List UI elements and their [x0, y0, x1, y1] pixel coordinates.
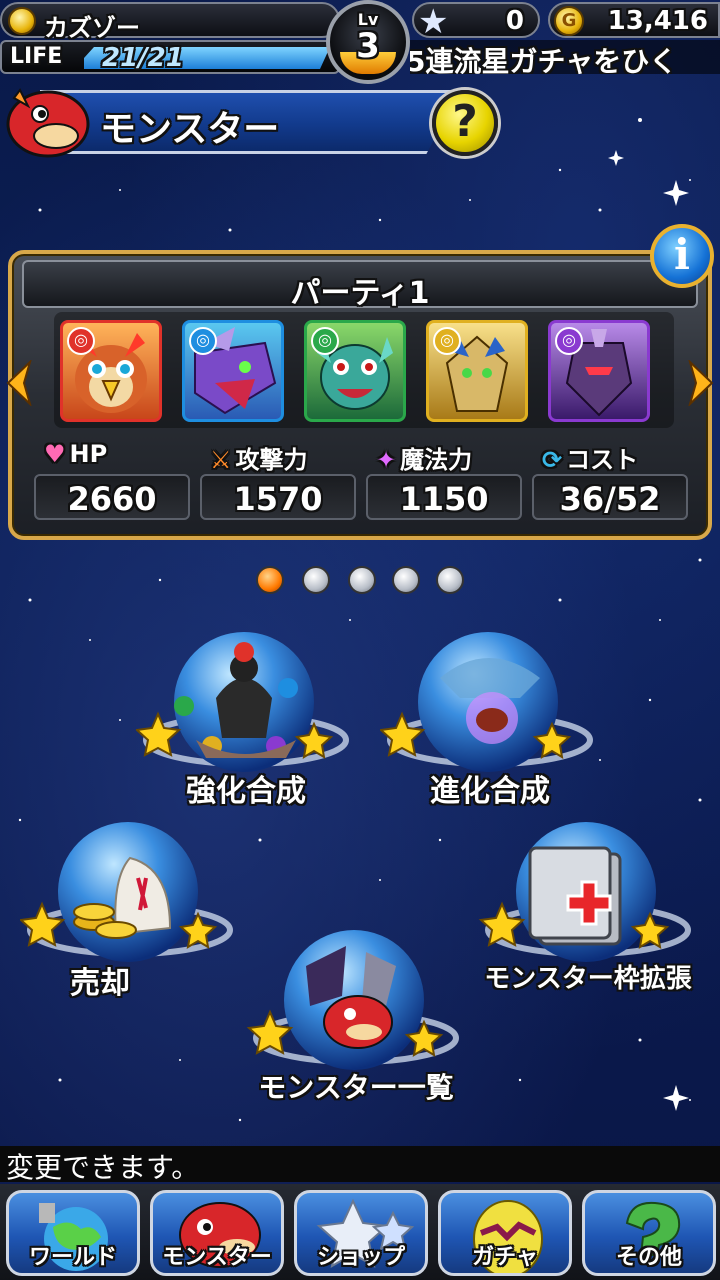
star-icon: ★ — [418, 2, 449, 42]
power-up-button[interactable]: 強化合成 — [134, 628, 356, 809]
help-button[interactable]: ? — [432, 90, 498, 156]
expand-box-button[interactable]: モンスター枠拡張 — [478, 818, 698, 998]
heart-icon: ♥ — [44, 440, 66, 468]
party-title: パーティ1 — [290, 276, 430, 311]
ticker-text: 5連流星ガチャをひく — [410, 45, 678, 74]
profile-icon — [8, 7, 36, 35]
news-ticker[interactable]: 5連流星ガチャをひく — [410, 40, 720, 74]
power-up-label: 強化合成 — [186, 774, 306, 809]
red-dragon-icon — [6, 88, 90, 158]
party-title-bar: パーティ1 — [22, 260, 698, 311]
life-value: 21/21 — [102, 43, 184, 73]
monster-list-egg-icon — [246, 930, 459, 1070]
hp-box: 2660 — [34, 474, 190, 520]
nav-shop-label: ショップ — [316, 1245, 405, 1270]
evolve-egg-icon — [378, 632, 593, 772]
magic-label: 魔法力 — [400, 446, 473, 474]
help-icon: ? — [452, 96, 478, 147]
evolve-label: 進化合成 — [430, 774, 550, 809]
screen-header: モンスター ? — [0, 84, 510, 160]
monster-list-label: モンスター一覧 — [258, 1071, 454, 1104]
pager-dot-1[interactable] — [256, 566, 284, 594]
nav-gacha-label: ガチャ — [472, 1245, 538, 1270]
player-name-bar[interactable]: カズゾー — [0, 2, 340, 42]
level-badge: Lv 3 — [326, 0, 410, 84]
gold-coin-icon: G — [554, 6, 584, 36]
party-members: ◎ ◎ ◎ ◎ ◎ — [54, 312, 674, 428]
pager-dot-4[interactable] — [392, 566, 420, 594]
party-next-arrow[interactable] — [686, 360, 716, 406]
fire-element-icon: ◎ — [67, 327, 95, 355]
nav-world[interactable]: ワールド — [6, 1190, 140, 1276]
nav-other-label: その他 — [615, 1245, 682, 1270]
monster-list-button[interactable]: モンスター一覧 — [246, 926, 466, 1106]
gold-counter[interactable]: G 13,416 — [548, 2, 720, 38]
pager-dot-2[interactable] — [302, 566, 330, 594]
status-bar: カズゾー LIFE 21/21 5連流星ガチャをひく Lv 3 ★ 0 G 13… — [0, 0, 720, 84]
nav-gacha[interactable]: ガチャ — [438, 1190, 572, 1276]
magic-box: 1150 — [366, 474, 522, 520]
nav-monster-label: モンスター — [162, 1245, 272, 1270]
cost-label: コスト — [566, 446, 639, 474]
attack-value: 1570 — [233, 480, 323, 518]
page-title: モンスター — [100, 109, 280, 150]
nav-other[interactable]: その他 — [582, 1190, 716, 1276]
pager-dot-5[interactable] — [436, 566, 464, 594]
sparkle-icon: ✦ — [376, 446, 397, 474]
star-counter[interactable]: ★ 0 — [412, 2, 540, 42]
hint-text: 変更できます。 — [6, 1151, 200, 1184]
hp-value: 2660 — [67, 480, 157, 518]
sell-egg-icon — [18, 822, 233, 962]
hp-label: HP — [69, 440, 108, 468]
wood-element-icon: ◎ — [311, 327, 339, 355]
expand-box-label: モンスター枠拡張 — [484, 964, 692, 994]
life-label: LIFE — [10, 44, 63, 69]
cost-stat: ⟳ コスト 36/52 — [532, 440, 692, 524]
cost-box: 36/52 — [532, 474, 688, 520]
sword-icon: ⚔ — [210, 446, 232, 474]
player-name: カズゾー — [44, 14, 140, 42]
party-prev-arrow[interactable] — [4, 360, 34, 406]
party-stats: ♥ HP 2660 ⚔ 攻撃力 1570 ✦ 魔法力 1150 ⟳ コスト 36/52 — [30, 440, 698, 524]
expand-egg-icon — [478, 822, 691, 962]
nav-shop[interactable]: ショップ — [294, 1190, 428, 1276]
bottom-nav: ワールド モンスター ショップ ガチャ その他 — [0, 1184, 720, 1280]
cycle-icon: ⟳ — [542, 446, 563, 474]
party-panel: パーティ1 ◎ ◎ ◎ ◎ ◎ ♥ HP 2660 ⚔ 攻撃力 1570 ✦ 魔… — [8, 250, 712, 540]
gold-value: 13,416 — [607, 6, 708, 36]
dark-element-icon: ◎ — [555, 327, 583, 355]
hp-stat: ♥ HP 2660 — [34, 440, 190, 524]
power-up-egg-icon — [134, 632, 349, 772]
light-element-icon: ◎ — [433, 327, 461, 355]
magic-value: 1150 — [399, 480, 489, 518]
pager-dot-3[interactable] — [348, 566, 376, 594]
party-member-4[interactable]: ◎ — [426, 320, 528, 422]
party-member-3[interactable]: ◎ — [304, 320, 406, 422]
level-value: 3 — [356, 26, 380, 66]
party-member-1[interactable]: ◎ — [60, 320, 162, 422]
party-info-button[interactable]: i — [650, 224, 714, 288]
nav-monster[interactable]: モンスター — [150, 1190, 284, 1276]
attack-stat: ⚔ 攻撃力 1570 — [200, 440, 356, 524]
cost-value: 36/52 — [559, 480, 661, 518]
attack-label: 攻撃力 — [235, 446, 308, 474]
magic-stat: ✦ 魔法力 1150 — [366, 440, 522, 524]
info-icon: i — [674, 230, 690, 279]
evolve-button[interactable]: 進化合成 — [378, 628, 600, 809]
nav-world-label: ワールド — [28, 1245, 117, 1270]
star-value: 0 — [505, 6, 524, 36]
life-bar: LIFE 21/21 — [0, 40, 340, 74]
attack-box: 1570 — [200, 474, 356, 520]
hint-strip: 変更できます。 — [0, 1146, 720, 1184]
party-pager — [252, 566, 472, 596]
party-member-2[interactable]: ◎ — [182, 320, 284, 422]
party-member-5[interactable]: ◎ — [548, 320, 650, 422]
water-element-icon: ◎ — [189, 327, 217, 355]
sell-button[interactable]: 売却 — [18, 818, 240, 1001]
sell-label: 売却 — [70, 966, 130, 1001]
